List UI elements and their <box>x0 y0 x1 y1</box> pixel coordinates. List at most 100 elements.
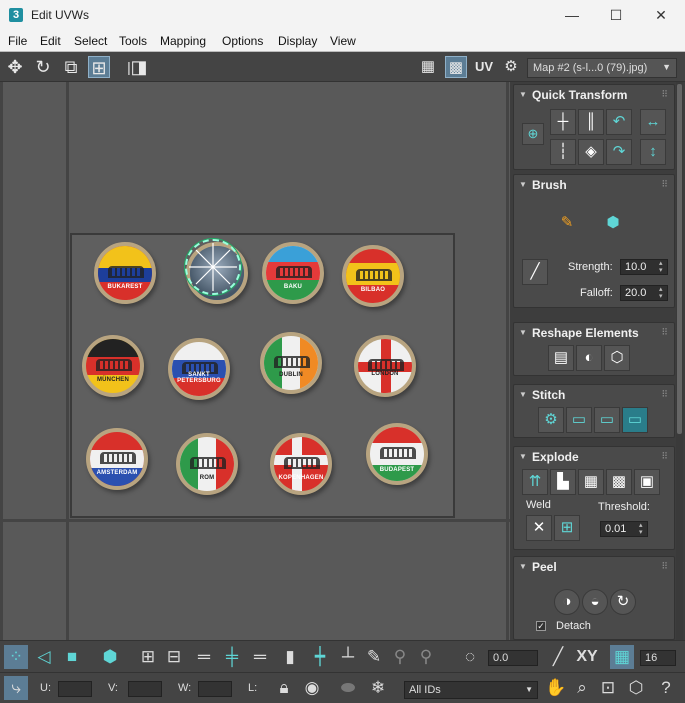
map-select[interactable]: Map #2 (s-l...0 (79).jpg) ▼ <box>527 58 677 78</box>
grid-snap-icon[interactable]: ▦ <box>610 645 634 669</box>
space-vertical-icon[interactable]: ↕ <box>640 139 666 165</box>
zoom-extents-icon[interactable]: ⬡ <box>624 676 648 700</box>
bottle-cap[interactable]: ROM <box>176 433 238 495</box>
rollout-title[interactable]: Quick Transform <box>514 85 674 105</box>
straighten-selection-icon[interactable]: ▤ <box>548 345 574 371</box>
peel-mode-icon[interactable]: ◒ <box>582 589 608 615</box>
brush-line-icon[interactable]: ╱ <box>546 645 570 669</box>
bottle-cap[interactable]: BAKU <box>262 242 324 304</box>
edge-loop-icon[interactable]: ═ <box>192 645 216 669</box>
shrink-selection-icon[interactable]: ⊟ <box>162 645 186 669</box>
select-by-element-icon[interactable]: ▮ <box>278 645 302 669</box>
brush-falloff-icon[interactable]: ╱ <box>522 259 548 285</box>
grip-icon[interactable]: ⠿ <box>661 451 668 462</box>
stitch-custom-icon[interactable]: ⚙ <box>538 407 564 433</box>
quick-peel-icon[interactable]: ◑ <box>554 589 580 615</box>
edge-ring-icon[interactable]: ╪ <box>220 645 244 669</box>
rollout-title[interactable]: Peel <box>514 557 674 577</box>
minimize-button[interactable]: — <box>557 5 587 25</box>
detach-edge-icon[interactable]: ▙ <box>550 469 576 495</box>
relax-icon[interactable]: ◐ <box>576 345 602 371</box>
align-cross-icon[interactable]: ┆ <box>550 139 576 165</box>
menu-display[interactable]: Display <box>278 34 317 48</box>
grid-size-field[interactable]: 16 <box>640 650 676 666</box>
stitch-average-icon[interactable]: ▭ <box>594 407 620 433</box>
flatten-icon[interactable]: ⬡ <box>604 345 630 371</box>
polygon-mode-icon[interactable]: ■ <box>60 645 84 669</box>
bottle-cap[interactable]: BUKAREST <box>94 242 156 304</box>
v-field[interactable] <box>128 681 162 697</box>
rotate-icon[interactable]: ↻ <box>32 56 54 78</box>
mirror-icon[interactable]: ◨ <box>128 56 150 78</box>
absolute-offset-icon[interactable]: ⤷ <box>4 676 28 700</box>
rollout-title[interactable]: Stitch <box>514 385 674 405</box>
scale-icon[interactable]: ⧉ <box>60 56 82 78</box>
maximize-button[interactable]: ☐ <box>601 5 631 25</box>
align-horizontal-icon[interactable]: ┼ <box>550 109 576 135</box>
strength-spinner[interactable]: 10.0 <box>620 259 668 275</box>
rollout-title[interactable]: Explode <box>514 447 674 467</box>
grip-icon[interactable]: ⠿ <box>661 389 668 400</box>
menu-mapping[interactable]: Mapping <box>160 34 206 48</box>
stitch-source-icon[interactable]: ▭ <box>566 407 592 433</box>
threshold-spinner[interactable]: 0.01 <box>600 521 648 537</box>
texture-settings-icon[interactable]: ⚙ <box>500 56 522 78</box>
checker-pattern-icon[interactable]: ▩ <box>445 56 467 78</box>
paint-select-remove-icon[interactable]: ⚲ <box>414 645 438 669</box>
element-mode-icon[interactable]: ⬢ <box>98 645 122 669</box>
scrollbar-thumb[interactable] <box>677 84 682 434</box>
menu-options[interactable]: Options <box>222 34 263 48</box>
rollout-title[interactable]: Brush <box>514 175 674 195</box>
flatten-by-polygon-icon[interactable]: ▦ <box>578 469 604 495</box>
material-id-select[interactable]: All IDs ▼ <box>404 681 538 699</box>
pivot-icon[interactable]: ⊕ <box>522 123 544 145</box>
filter-selected-icon[interactable]: ⬬ <box>336 676 360 700</box>
space-horizontal-icon[interactable]: ↔ <box>640 109 666 135</box>
pan-hand-icon[interactable]: ✋ <box>544 676 568 700</box>
select-overlap-icon[interactable]: ┿ <box>308 645 332 669</box>
weld-selected-icon[interactable]: ✕ <box>526 515 552 541</box>
flatten-by-smoothing-icon[interactable]: ▩ <box>606 469 632 495</box>
menu-select[interactable]: Select <box>74 34 107 48</box>
angle-field[interactable]: 0.0 <box>488 650 538 666</box>
grip-icon[interactable]: ⠿ <box>661 327 668 338</box>
bottle-cap[interactable]: DUBLIN <box>260 332 322 394</box>
grow-selection-icon[interactable]: ⊞ <box>136 645 160 669</box>
paint-select-icon[interactable]: ✎ <box>362 645 386 669</box>
rotate-ccw-icon[interactable]: ↶ <box>606 109 632 135</box>
select-inverted-icon[interactable]: ┴ <box>336 645 360 669</box>
bottle-cap[interactable]: KOPENHAGEN <box>270 433 332 495</box>
bottle-cap[interactable]: AMSTERDAM <box>86 428 148 490</box>
paint-brush-icon[interactable]: ✎ <box>554 211 580 237</box>
checker-icon[interactable]: ▦ <box>417 56 439 78</box>
straighten-icon[interactable]: ◈ <box>578 139 604 165</box>
freeform-icon[interactable]: ⊞ <box>88 56 110 78</box>
zoom-icon[interactable]: ⌕ <box>570 676 594 700</box>
edge-mode-icon[interactable]: ◁ <box>32 645 56 669</box>
rotate-cw-icon[interactable]: ↷ <box>606 139 632 165</box>
reset-peel-icon[interactable]: ↻ <box>610 589 636 615</box>
bottle-cap[interactable]: BUDAPEST <box>366 423 428 485</box>
weld-target-icon[interactable]: ⊞ <box>554 515 580 541</box>
panel-scrollbar[interactable] <box>676 82 683 640</box>
eye-icon[interactable]: ◉ <box>300 676 324 700</box>
detach-checkbox[interactable]: ✓ <box>536 621 546 631</box>
break-icon[interactable]: ⇈ <box>522 469 548 495</box>
grip-icon[interactable]: ⠿ <box>661 89 668 100</box>
freeze-icon[interactable]: ❄ <box>366 676 390 700</box>
relax-brush-icon[interactable]: ⬢ <box>600 211 626 237</box>
align-vertical-icon[interactable]: ║ <box>578 109 604 135</box>
lock-icon[interactable]: 🔒︎ <box>272 676 296 700</box>
u-field[interactable] <box>58 681 92 697</box>
close-button[interactable]: ✕ <box>646 5 676 25</box>
flatten-by-material-icon[interactable]: ▣ <box>634 469 660 495</box>
falloff-spinner[interactable]: 20.0 <box>620 285 668 301</box>
xy-toggle[interactable]: XY <box>574 645 600 669</box>
grip-icon[interactable]: ⠿ <box>661 561 668 572</box>
zoom-region-icon[interactable]: ⊡ <box>596 676 620 700</box>
menu-edit[interactable]: Edit <box>40 34 61 48</box>
rollout-title[interactable]: Reshape Elements <box>514 323 674 343</box>
bottle-cap[interactable]: MÜNCHEN <box>82 335 144 397</box>
bottle-cap[interactable]: SANKT PETERSBURG <box>168 338 230 400</box>
edge-ring-shrink-icon[interactable]: ═ <box>248 645 272 669</box>
